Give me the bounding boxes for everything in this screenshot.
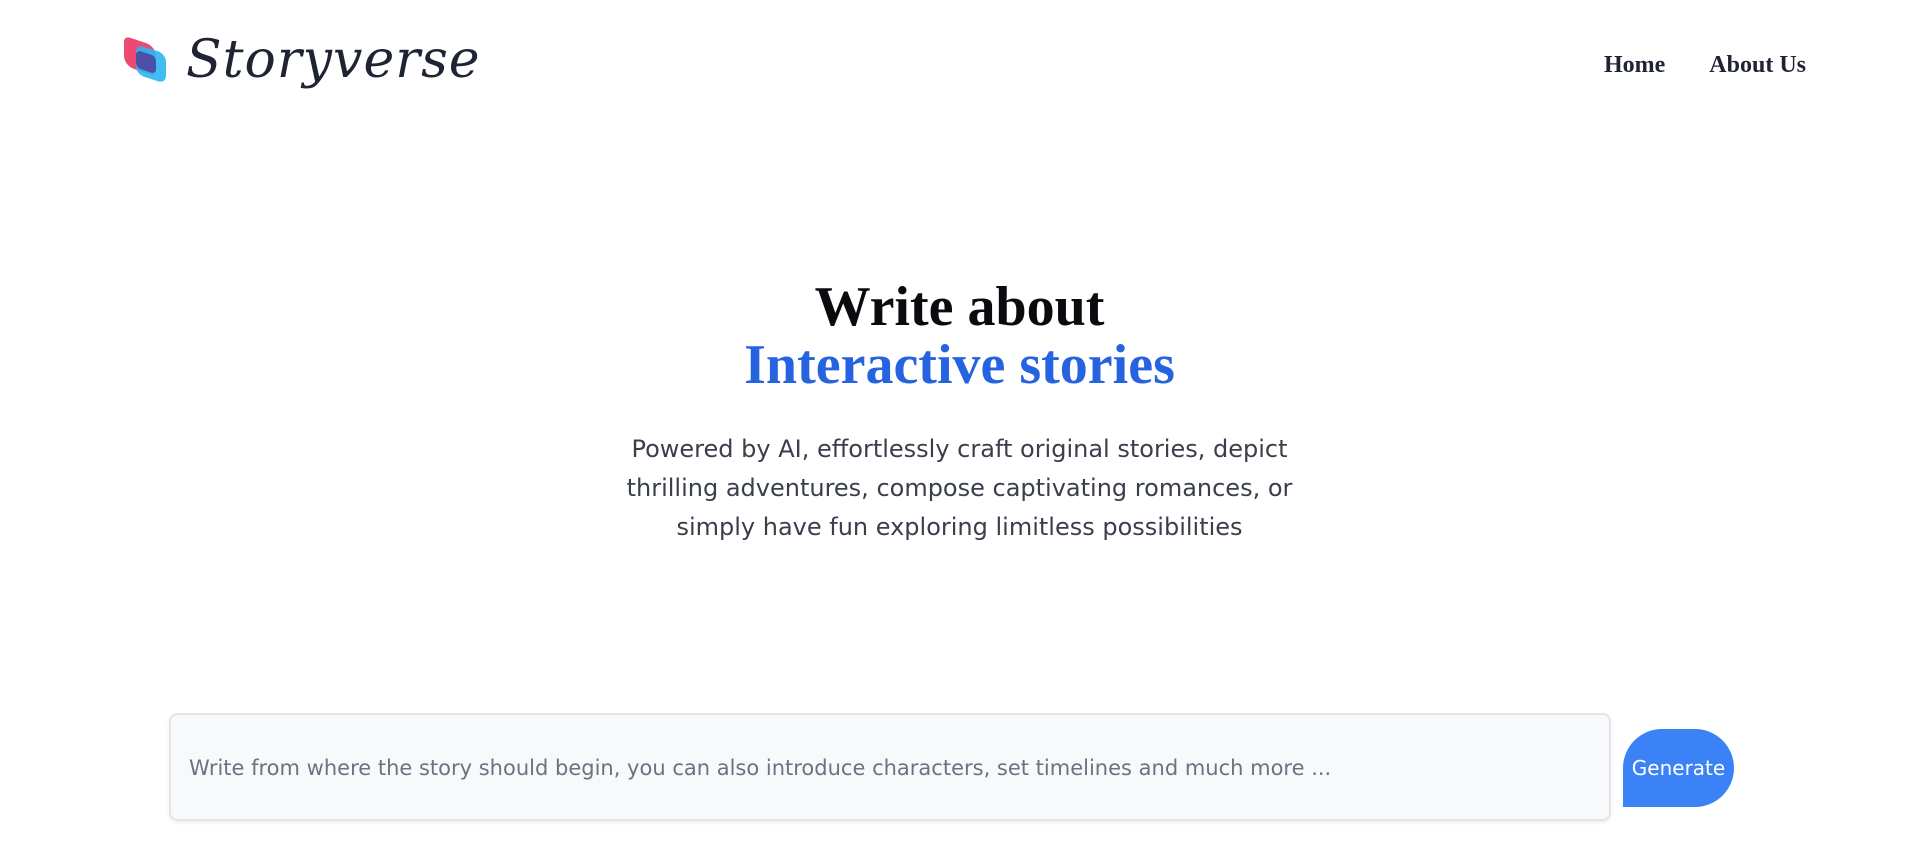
hero-description: Powered by AI, effortlessly craft origin… bbox=[626, 435, 1293, 541]
site-header: Storyverse Home About Us bbox=[0, 0, 1919, 135]
logo-icon bbox=[124, 35, 168, 84]
nav-home-link[interactable]: Home bbox=[1604, 52, 1665, 79]
story-prompt-box bbox=[169, 713, 1611, 821]
hero-title: Write about bbox=[814, 276, 1105, 338]
nav-about-us-link[interactable]: About Us bbox=[1709, 52, 1806, 79]
hero-section: Write about Interactive stories Powered … bbox=[0, 278, 1919, 547]
main-nav: Home About Us bbox=[1604, 52, 1806, 79]
story-prompt-input[interactable] bbox=[187, 715, 1591, 821]
logo-text: Storyverse bbox=[186, 30, 481, 90]
generate-button[interactable]: Generate bbox=[1623, 729, 1734, 807]
logo-link[interactable]: Storyverse bbox=[124, 34, 481, 86]
hero-title-highlight: Interactive stories bbox=[744, 334, 1175, 396]
page: Storyverse Home About Us Write about Int… bbox=[0, 0, 1919, 857]
